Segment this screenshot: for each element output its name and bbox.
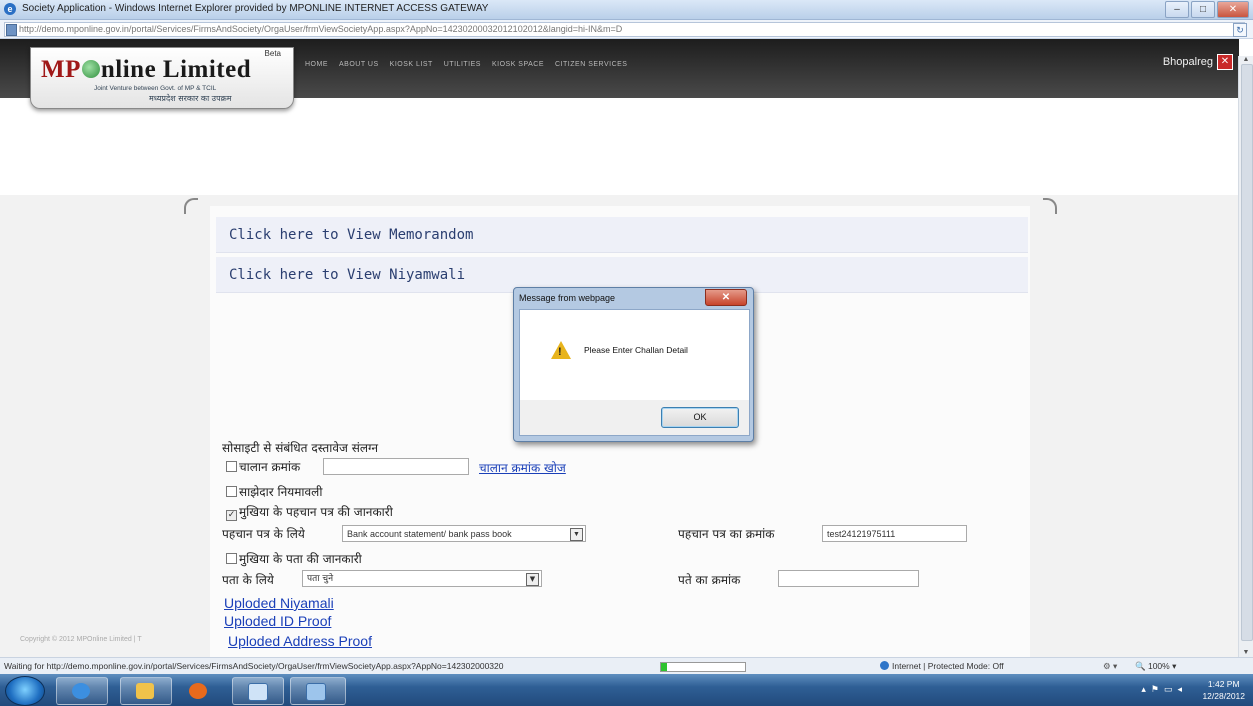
id-type-selected: Bank account statement/ bank pass book [347,529,512,539]
status-text: Waiting for http://demo.mponline.gov.in/… [4,661,504,671]
internet-explorer-icon [72,683,90,699]
logo-text-main: nline Limited [100,56,252,83]
clock[interactable]: 1:42 PM 12/28/2012 [1202,678,1245,702]
taskbar-media-button[interactable] [176,677,222,705]
username: Bhopalreg [1162,55,1213,68]
status-bar: Waiting for http://demo.mponline.gov.in/… [0,657,1253,675]
address-bar: http://demo.mponline.gov.in/portal/Servi… [0,20,1253,39]
challan-number-input[interactable] [323,458,469,475]
challan-search-link[interactable]: चालान क्रमांक खोज [479,459,566,476]
page-icon [6,24,17,36]
alert-dialog: Message from webpage ✕ ! Please Enter Ch… [513,287,754,442]
head-address-label: मुखिया के पता की जानकारी [239,552,362,566]
user-menu[interactable]: Bhopalreg ✕ [1163,54,1233,70]
url-field[interactable]: http://demo.mponline.gov.in/portal/Servi… [4,22,1245,37]
close-window-button[interactable]: ✕ [1217,1,1249,18]
head-address-checkbox[interactable] [226,553,237,564]
id-number-label: पहचान पत्र का क्रमांक [678,527,775,541]
taskbar-paint-button[interactable] [290,677,346,705]
ok-button[interactable]: OK [661,407,739,428]
clock-time: 1:42 PM [1207,679,1240,689]
globe-icon [880,661,889,670]
dialog-close-button[interactable]: ✕ [705,289,747,306]
address-type-select[interactable]: पता चुने ▼ [302,570,542,587]
shareholder-checkbox[interactable] [226,486,237,497]
uploaded-address-proof-link[interactable]: Uploded Address Proof [228,633,372,649]
security-zone[interactable]: Internet | Protected Mode: Off [880,661,1004,671]
address-for-label: पता के लिये [222,573,274,587]
dialog-footer: OK [519,400,750,436]
documents-heading: सोसाइटी से संबंधित दस्तावेज संलग्न [222,441,378,455]
clock-date: 12/28/2012 [1202,691,1245,701]
globe-logo-icon [81,60,100,78]
window-title-bar: e Society Application - Windows Internet… [0,0,1253,20]
beta-label: Beta [264,49,281,58]
compatibility-view-icon[interactable]: ↻ [1233,23,1247,37]
taskbar-ie-button[interactable] [56,677,108,705]
view-memorandom-link[interactable]: Click here to View Memorandom [216,217,1028,253]
uploaded-niyamali-link[interactable]: Uploded Niyamali [224,595,334,611]
id-number-input[interactable]: test24121975111 [822,525,967,542]
menu-citizen-services[interactable]: CITIZEN SERVICES [555,61,627,68]
dialog-message: Please Enter Challan Detail [584,345,688,355]
zoom-level[interactable]: 🔍 100% ▾ [1135,661,1176,672]
dialog-title: Message from webpage [519,293,616,303]
menu-kiosk-list[interactable]: KIOSK LIST [390,61,433,68]
remote-desktop-icon [248,683,268,701]
scroll-down-icon[interactable]: ▼ [1241,649,1251,657]
chevron-down-icon: ▼ [570,528,583,541]
start-button[interactable] [5,676,45,706]
logo-subtitle: Joint Venture between Govt. of MP & TCIL [94,85,217,92]
window-title: Society Application - Windows Internet E… [22,3,489,14]
taskbar-explorer-button[interactable] [120,677,172,705]
address-number-input[interactable] [778,570,919,587]
site-menu: HOME ABOUT US KIOSK LIST UTILITIES KIOSK… [305,61,627,68]
vertical-scrollbar[interactable]: ▲ ▼ [1238,56,1253,657]
menu-about-us[interactable]: ABOUT US [339,61,379,68]
address-type-selected: पता चुने [307,574,334,584]
menu-home[interactable]: HOME [305,61,328,68]
media-player-icon [189,683,207,699]
scroll-up-icon[interactable]: ▲ [1241,56,1251,64]
mponline-logo[interactable]: MP nline Limited Beta Joint Venture betwe… [30,47,294,109]
folder-icon [136,683,154,699]
uploaded-id-proof-link[interactable]: Uploded ID Proof [224,613,331,629]
window-controls: – □ ✕ [1165,1,1249,18]
logout-icon[interactable]: ✕ [1217,54,1233,70]
maximize-button[interactable]: □ [1191,1,1215,18]
address-number-label: पते का क्रमांक [678,573,741,587]
chevron-down-icon: ▼ [526,573,539,586]
challan-checkbox[interactable] [226,461,237,472]
dialog-body: ! Please Enter Challan Detail [519,309,750,402]
copyright-text: Copyright © 2012 MPOnline Limited | T [20,636,142,643]
loading-progress-bar [660,662,746,672]
tools-icon[interactable]: ⚙ ▾ [1103,661,1117,672]
id-for-label: पहचान पत्र के लिये [222,527,305,541]
taskbar-remote-button[interactable] [232,677,284,705]
shareholder-label: साझेदार नियमावली [239,485,323,499]
challan-label: चालान क्रमांक [239,460,301,474]
frame-corner-left [184,198,198,214]
zoom-icon: 🔍 [1135,661,1146,671]
menu-kiosk-space[interactable]: KIOSK SPACE [492,61,544,68]
windows-taskbar: ▴⚑▭◂ 1:42 PM 12/28/2012 [0,674,1253,706]
menu-utilities[interactable]: UTILITIES [444,61,481,68]
head-id-label: मुखिया के पहचान पत्र की जानकारी [239,505,393,519]
ie-logo-icon: e [4,3,16,15]
progress-fill [661,663,667,671]
logo-subtitle-hindi: मध्यप्रदेश सरकार का उपक्रम [149,94,232,103]
logo-text-mp: MP [41,56,81,83]
zoom-value: 100% [1147,661,1170,671]
minimize-button[interactable]: – [1165,1,1189,18]
id-type-select[interactable]: Bank account statement/ bank pass book ▼ [342,525,586,542]
paint-icon [306,683,326,701]
zone-text: Internet | Protected Mode: Off [892,661,1004,671]
scrollbar-thumb[interactable] [1241,64,1253,641]
head-id-checkbox[interactable]: ✓ [226,510,237,521]
system-tray-icons[interactable]: ▴⚑▭◂ [1141,684,1187,695]
